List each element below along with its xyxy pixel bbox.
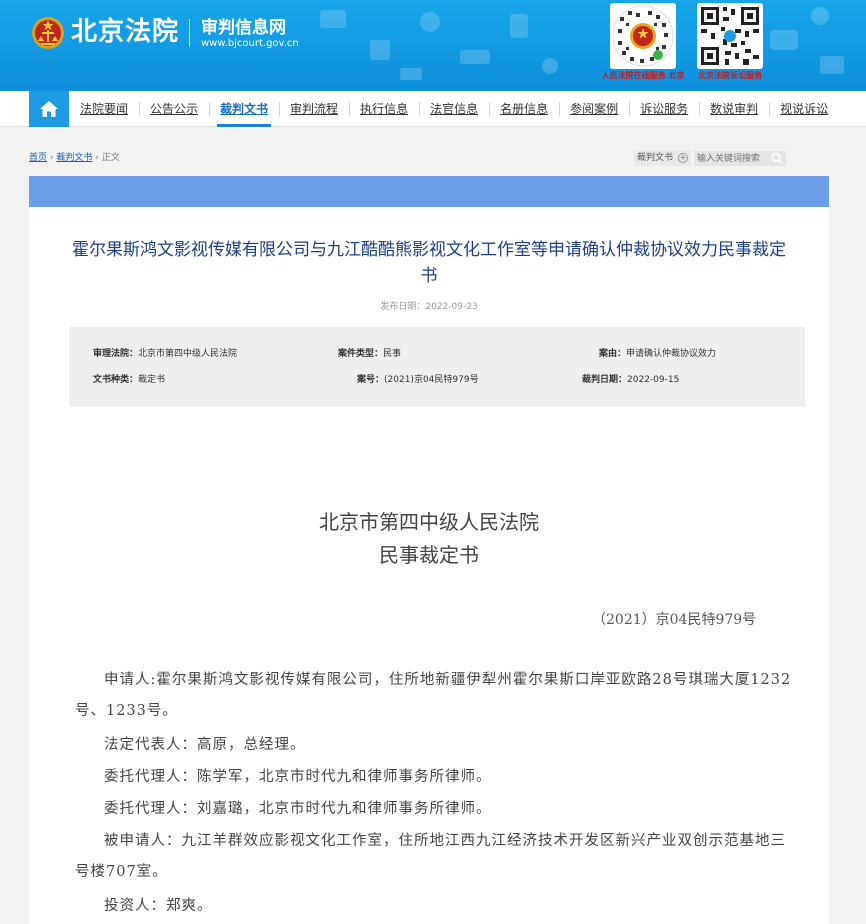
meta-doc-type-label: 文书种类： bbox=[93, 375, 139, 385]
nav-item-rosters[interactable]: 名册信息 bbox=[489, 91, 559, 127]
document-kind-heading: 民事裁定书 bbox=[379, 543, 479, 567]
breadcrumb-home[interactable]: 首页 bbox=[29, 153, 47, 163]
meta-court-value: 北京市第四中级人民法院 bbox=[138, 349, 238, 359]
document-title: 霍尔果斯鸿文影视传媒有限公司与九江酷酷熊影视文化工作室等申请确认仲裁协议效力民事… bbox=[72, 240, 786, 286]
breadcrumb-current: 正文 bbox=[101, 153, 120, 163]
header-divider bbox=[189, 19, 190, 47]
document-panel: 霍尔果斯鸿文影视传媒有限公司与九江酷酷熊影视文化工作室等申请确认仲裁协议效力民事… bbox=[29, 207, 829, 924]
qr-code-online-service bbox=[610, 3, 676, 69]
meta-court: 审理法院：北京市第四中级人民法院 bbox=[93, 348, 237, 360]
paragraph-agent-2: 委托代理人：刘嘉璐，北京市时代九和律师事务所律师。 bbox=[104, 801, 492, 817]
nav-item-court-news[interactable]: 法院要闻 bbox=[69, 91, 139, 127]
search-icon[interactable] bbox=[770, 152, 784, 165]
nav-items: 法院要闻 公告公示 裁判文书 审判流程 执行信息 法官信息 名册信息 参阅案例 … bbox=[69, 91, 839, 127]
qr-code-litigation-service bbox=[697, 3, 763, 69]
paragraph-applicant: 申请人:霍尔果斯鸿文影视传媒有限公司，住所地新疆伊犁州霍尔果斯口岸亚欧路28号琪… bbox=[75, 672, 792, 719]
nav-item-trial-process[interactable]: 审判流程 bbox=[279, 91, 349, 127]
case-number: （2021）京04民特979号 bbox=[592, 612, 757, 628]
nav-item-litigation-service[interactable]: 诉讼服务 bbox=[629, 91, 699, 127]
paragraph-agent-1: 委托代理人：陈学军，北京市时代九和律师事务所律师。 bbox=[104, 769, 492, 785]
site-header: 北京法院 审判信息网 www.bjcourt.gov.cn 人民法院在线服务 北… bbox=[0, 0, 866, 91]
home-button[interactable] bbox=[29, 91, 69, 127]
site-subtitle: 审判信息网 bbox=[201, 18, 286, 38]
meta-judge-date: 裁判日期：2022-09-15 bbox=[582, 374, 679, 386]
qr-left-label: 人民法院在线服务 北京 bbox=[601, 71, 685, 80]
meta-judge-date-label: 裁判日期： bbox=[582, 375, 628, 385]
meta-judge-date-value: 2022-09-15 bbox=[627, 375, 680, 385]
meta-cause-value: 申请确认仲裁协议效力 bbox=[626, 349, 717, 359]
nav-item-enforcement[interactable]: 执行信息 bbox=[349, 91, 419, 127]
publish-date: 发布日期：2022-09-23 bbox=[380, 302, 478, 312]
court-emblem-icon bbox=[32, 17, 64, 49]
case-meta-box: 审理法院：北京市第四中级人民法院 案件类型：民事 案由：申请确认仲裁协议效力 文… bbox=[69, 327, 805, 407]
paragraph-investor: 投资人：郑爽。 bbox=[104, 898, 213, 914]
paragraph-respondent: 被申请人：九江羊群效应影视文化工作室，住所地江西九江经济技术开发区新兴产业双创示… bbox=[75, 833, 786, 880]
meta-case-no: 案号：(2021)京04民特979号 bbox=[357, 374, 479, 386]
nav-item-trial-data[interactable]: 数说审判 bbox=[699, 91, 769, 127]
meta-doc-type-value: 裁定书 bbox=[138, 375, 166, 385]
search-type-select[interactable]: 裁判文书 + bbox=[634, 151, 691, 166]
nav-item-announcements[interactable]: 公告公示 bbox=[139, 91, 209, 127]
main-nav: 法院要闻 公告公示 裁判文书 审判流程 执行信息 法官信息 名册信息 参阅案例 … bbox=[0, 91, 866, 127]
nav-item-litigation-video[interactable]: 视说诉讼 bbox=[769, 91, 839, 127]
court-heading: 北京市第四中级人民法院 bbox=[319, 510, 539, 534]
nav-item-judges[interactable]: 法官信息 bbox=[419, 91, 489, 127]
meta-case-no-label: 案号： bbox=[357, 375, 385, 385]
home-icon bbox=[40, 101, 58, 117]
site-name: 北京法院 bbox=[71, 17, 180, 47]
paragraph-legal-rep: 法定代表人：高原，总经理。 bbox=[104, 737, 306, 753]
search-type-label: 裁判文书 bbox=[637, 153, 674, 163]
qr-code-icon bbox=[612, 5, 674, 67]
qr-right-label: 北京法院诉讼服务 bbox=[698, 71, 762, 80]
meta-court-label: 审理法院： bbox=[93, 349, 139, 359]
nav-item-reference-cases[interactable]: 参阅案例 bbox=[559, 91, 629, 127]
meta-case-no-value: (2021)京04民特979号 bbox=[384, 375, 479, 385]
breadcrumb: 首页 › 裁判文书 › 正文 bbox=[29, 152, 120, 164]
meta-cause-label: 案由： bbox=[599, 349, 627, 359]
qr-code-icon bbox=[701, 7, 759, 65]
site-url: www.bjcourt.gov.cn bbox=[201, 38, 299, 49]
breadcrumb-separator: › bbox=[47, 153, 57, 163]
breadcrumb-separator: › bbox=[92, 153, 102, 163]
plus-icon: + bbox=[678, 153, 688, 163]
meta-case-type: 案件类型：民事 bbox=[338, 348, 401, 360]
meta-cause: 案由：申请确认仲裁协议效力 bbox=[599, 348, 716, 360]
header-background-pattern bbox=[320, 7, 844, 80]
meta-case-type-value: 民事 bbox=[383, 349, 402, 359]
meta-doc-type: 文书种类：裁定书 bbox=[93, 374, 165, 386]
nav-item-judgments[interactable]: 裁判文书 bbox=[209, 91, 279, 127]
content-header-bar bbox=[29, 176, 829, 207]
breadcrumb-judgments[interactable]: 裁判文书 bbox=[56, 153, 92, 163]
meta-case-type-label: 案件类型： bbox=[338, 349, 384, 359]
